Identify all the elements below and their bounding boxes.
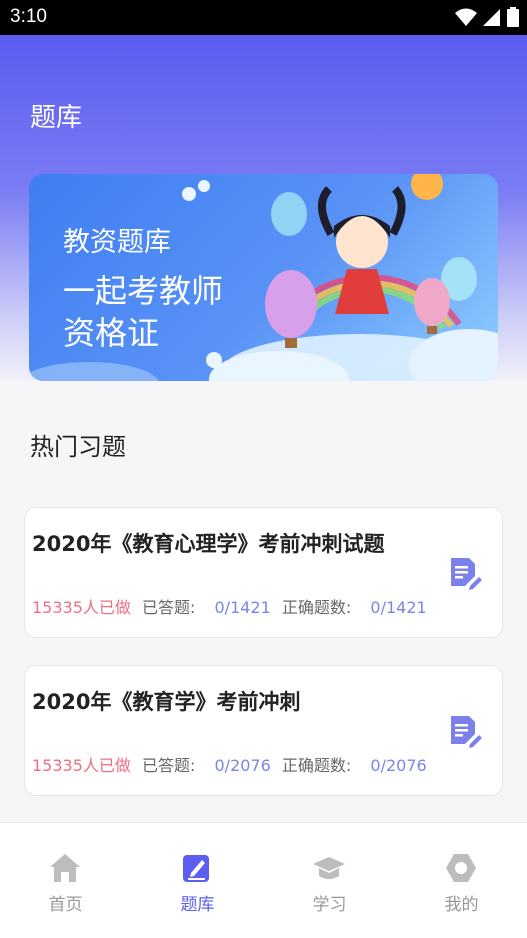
banner-slogan-line2: 资格证: [63, 314, 160, 352]
exercise-title: 2020年《教育学》考前冲刺: [32, 690, 301, 714]
correct-value: 0/2076: [370, 756, 427, 775]
section-title: 热门习题: [30, 433, 126, 461]
edit-document-icon[interactable]: [448, 714, 482, 748]
answered-label: 已答题:: [142, 598, 196, 617]
answered-value: 0/1421: [214, 598, 271, 617]
banner-title: 教资题库: [63, 227, 171, 258]
wifi-icon: [455, 8, 477, 26]
exercise-card[interactable]: 2020年《教育心理学》考前冲刺试题 15335人已做 已答题: 0/1421 …: [24, 507, 503, 638]
exercise-title: 2020年《教育心理学》考前冲刺试题: [32, 532, 385, 556]
status-time: 3:10: [10, 6, 47, 27]
participants-count: 15335人已做: [32, 598, 131, 617]
exercise-stats: 15335人已做 已答题: 0/2076 正确题数: 0/2076: [32, 752, 427, 776]
tab-question-bank[interactable]: 题库: [132, 823, 263, 923]
correct-label: 正确题数:: [281, 598, 352, 617]
status-icons: [455, 7, 519, 27]
promo-banner[interactable]: 教资题库 一起考教师 资格证: [29, 174, 498, 381]
signal-icon: [483, 9, 500, 26]
answered-value: 0/2076: [214, 756, 271, 775]
banner-slogan-line1: 一起考教师: [63, 272, 224, 310]
graduation-cap-icon: [313, 857, 345, 879]
correct-label: 正确题数:: [281, 756, 352, 775]
tab-label: 题库: [180, 895, 215, 915]
tab-label: 学习: [312, 895, 347, 915]
tab-label: 首页: [48, 895, 83, 915]
participants-count: 15335人已做: [32, 756, 131, 775]
bottom-tab-bar: 首页 题库 学习 我的: [0, 822, 527, 938]
correct-value: 0/1421: [370, 598, 427, 617]
page-title: 题库: [30, 103, 83, 133]
battery-icon: [507, 7, 519, 27]
tab-study[interactable]: 学习: [264, 823, 395, 923]
tab-label: 我的: [444, 895, 479, 915]
exercise-card[interactable]: 2020年《教育学》考前冲刺 15335人已做 已答题: 0/2076 正确题数…: [24, 665, 503, 796]
profile-icon: [446, 854, 476, 882]
edit-document-icon[interactable]: [448, 556, 482, 590]
exercise-stats: 15335人已做 已答题: 0/1421 正确题数: 0/1421: [32, 594, 427, 618]
home-icon: [50, 854, 80, 882]
tab-home[interactable]: 首页: [0, 823, 131, 923]
question-bank-icon: [183, 855, 209, 882]
tab-profile[interactable]: 我的: [396, 823, 527, 923]
answered-label: 已答题:: [142, 756, 196, 775]
status-bar: 3:10: [0, 0, 527, 35]
